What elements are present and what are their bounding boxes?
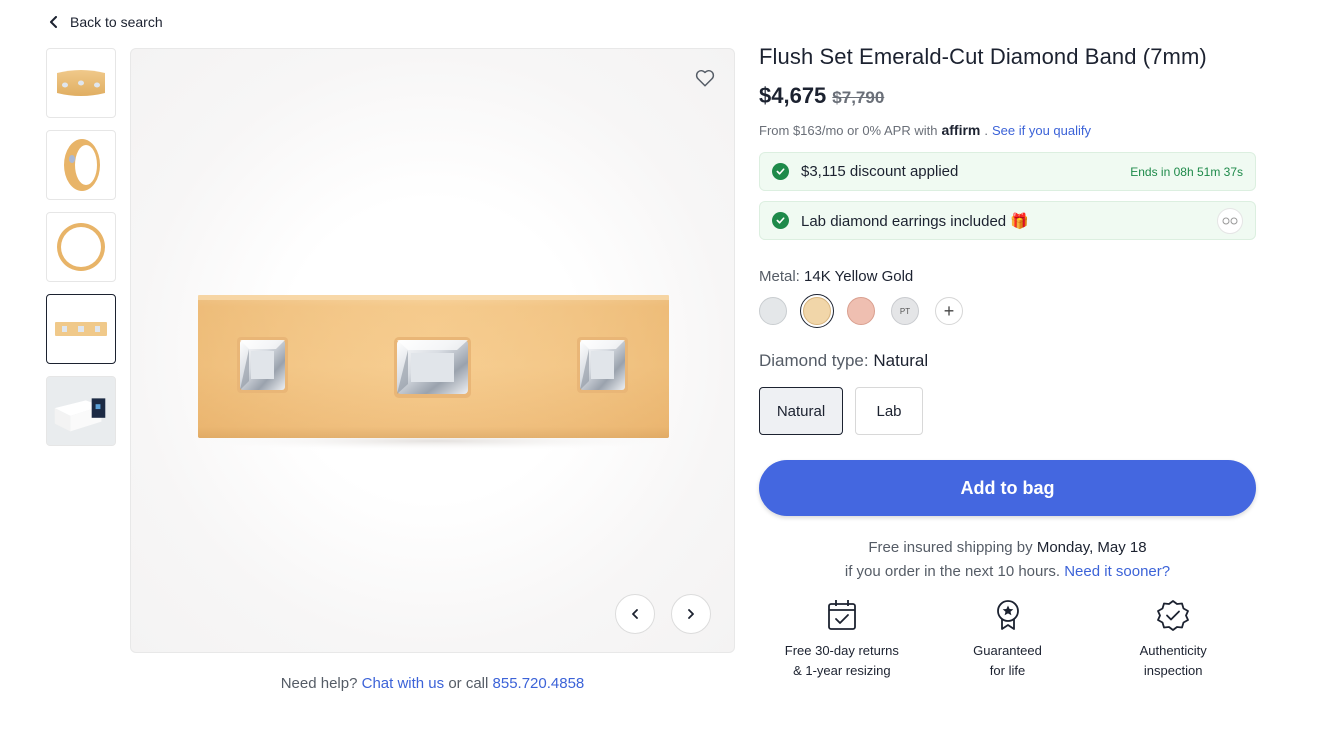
perk-returns-line1: Free 30-day returns [784, 643, 899, 658]
verified-badge-icon [1157, 600, 1190, 631]
metal-value: 14K Yellow Gold [804, 268, 914, 285]
swatch-platinum[interactable]: PT [891, 297, 919, 325]
discount-label: $3,115 discount applied [801, 163, 959, 180]
back-to-search-link[interactable]: Back to search [48, 14, 163, 30]
shipping-date: Monday, May 18 [1036, 539, 1147, 556]
chevron-left-icon [50, 16, 57, 28]
check-circle-icon [772, 163, 789, 180]
gallery-next-button[interactable] [671, 594, 711, 634]
check-circle-icon [772, 212, 789, 229]
shipping-info: Free insured shipping by Monday, May 18 … [759, 536, 1256, 584]
shipping-order-window: if you order in the next 10 hours. [844, 563, 1061, 580]
gallery-prev-button[interactable] [615, 594, 655, 634]
chevron-left-icon [632, 609, 638, 619]
financing-dot: . [984, 123, 988, 138]
earrings-thumbnail-icon[interactable] [1217, 207, 1243, 234]
need-it-sooner-link[interactable]: Need it sooner? [1064, 563, 1170, 580]
band-flat-image [55, 322, 107, 336]
product-gallery [130, 48, 735, 653]
shipping-line-2: if you order in the next 10 hours. Need … [759, 560, 1256, 584]
band-front-image [57, 70, 105, 96]
box-packaging-image [47, 377, 115, 445]
diamond-type-natural[interactable]: Natural [759, 387, 843, 435]
perk-returns-line2: & 1-year resizing [793, 663, 891, 678]
thumbnail-band-flat[interactable] [46, 294, 116, 364]
help-line: Need help? Chat with us or call 855.720.… [130, 675, 735, 692]
thumbnail-list [46, 48, 116, 458]
product-info: Flush Set Emerald-Cut Diamond Band (7mm)… [759, 44, 1256, 681]
perks-row: Free 30-day returns & 1-year resizing Gu… [759, 599, 1256, 681]
swatch-white-gold[interactable] [759, 297, 787, 325]
calendar-check-icon [827, 600, 856, 630]
thumbnail-band-front[interactable] [46, 48, 116, 118]
perk-guarantee: Guaranteed for life [925, 599, 1091, 681]
swatch-more[interactable]: + [935, 297, 963, 325]
band-side-image [57, 223, 105, 271]
price-row: $4,675 $7,790 [759, 83, 1256, 109]
swatch-rose-gold[interactable] [847, 297, 875, 325]
perk-returns: Free 30-day returns & 1-year resizing [759, 599, 925, 681]
discount-banner: $3,115 discount applied Ends in 08h 51m … [759, 152, 1256, 191]
metal-swatches: PT + [759, 294, 1256, 328]
financing-text: From $163/mo or 0% APR with [759, 123, 938, 138]
product-title: Flush Set Emerald-Cut Diamond Band (7mm) [759, 44, 1207, 69]
chevron-right-icon [688, 609, 694, 619]
gift-label: Lab diamond earrings included 🎁 [801, 212, 1029, 230]
affirm-logo: affirm [941, 122, 981, 138]
diamond-type-label: Diamond type: Natural [759, 351, 1256, 371]
qualify-link[interactable]: See if you qualify [992, 123, 1091, 138]
phone-link[interactable]: 855.720.4858 [493, 675, 585, 692]
financing-line: From $163/mo or 0% APR with affirm. See … [759, 122, 1256, 138]
original-price: $7,790 [832, 88, 885, 107]
diamond-type-lab[interactable]: Lab [855, 387, 923, 435]
award-ribbon-icon [996, 600, 1019, 630]
add-to-bag-button[interactable]: Add to bag [759, 460, 1256, 516]
perk-authenticity-line1: Authenticity [1139, 643, 1207, 658]
gift-banner: Lab diamond earrings included 🎁 [759, 201, 1256, 240]
metal-label: Metal: 14K Yellow Gold [759, 268, 1256, 285]
swatch-yellow-gold [803, 297, 831, 325]
help-prefix: Need help? [280, 675, 358, 692]
help-middle: or call [448, 675, 489, 692]
back-label: Back to search [70, 14, 163, 30]
band-angle-image [64, 139, 100, 191]
metal-label-prefix: Metal: [759, 268, 800, 285]
diamond-value: Natural [873, 351, 929, 370]
thumbnail-box-packaging[interactable] [46, 376, 116, 446]
shipping-prefix: Free insured shipping by [868, 539, 1033, 556]
chat-link[interactable]: Chat with us [362, 675, 445, 692]
product-main-image [171, 295, 701, 451]
swatch-yellow-gold-selected[interactable] [800, 294, 834, 328]
perk-authenticity-line2: inspection [1143, 663, 1203, 678]
perk-authenticity: Authenticity inspection [1090, 599, 1256, 681]
thumbnail-band-side[interactable] [46, 212, 116, 282]
heart-icon[interactable] [694, 67, 716, 89]
diamond-label-prefix: Diamond type: [759, 351, 869, 370]
thumbnail-band-angle[interactable] [46, 130, 116, 200]
shipping-line-1: Free insured shipping by Monday, May 18 [759, 536, 1256, 560]
diamond-type-options: Natural Lab [759, 387, 1256, 435]
perk-guarantee-line1: Guaranteed [973, 643, 1042, 658]
current-price: $4,675 [759, 83, 827, 108]
perk-guarantee-line2: for life [989, 663, 1026, 678]
discount-timer: Ends in 08h 51m 37s [1130, 164, 1243, 179]
